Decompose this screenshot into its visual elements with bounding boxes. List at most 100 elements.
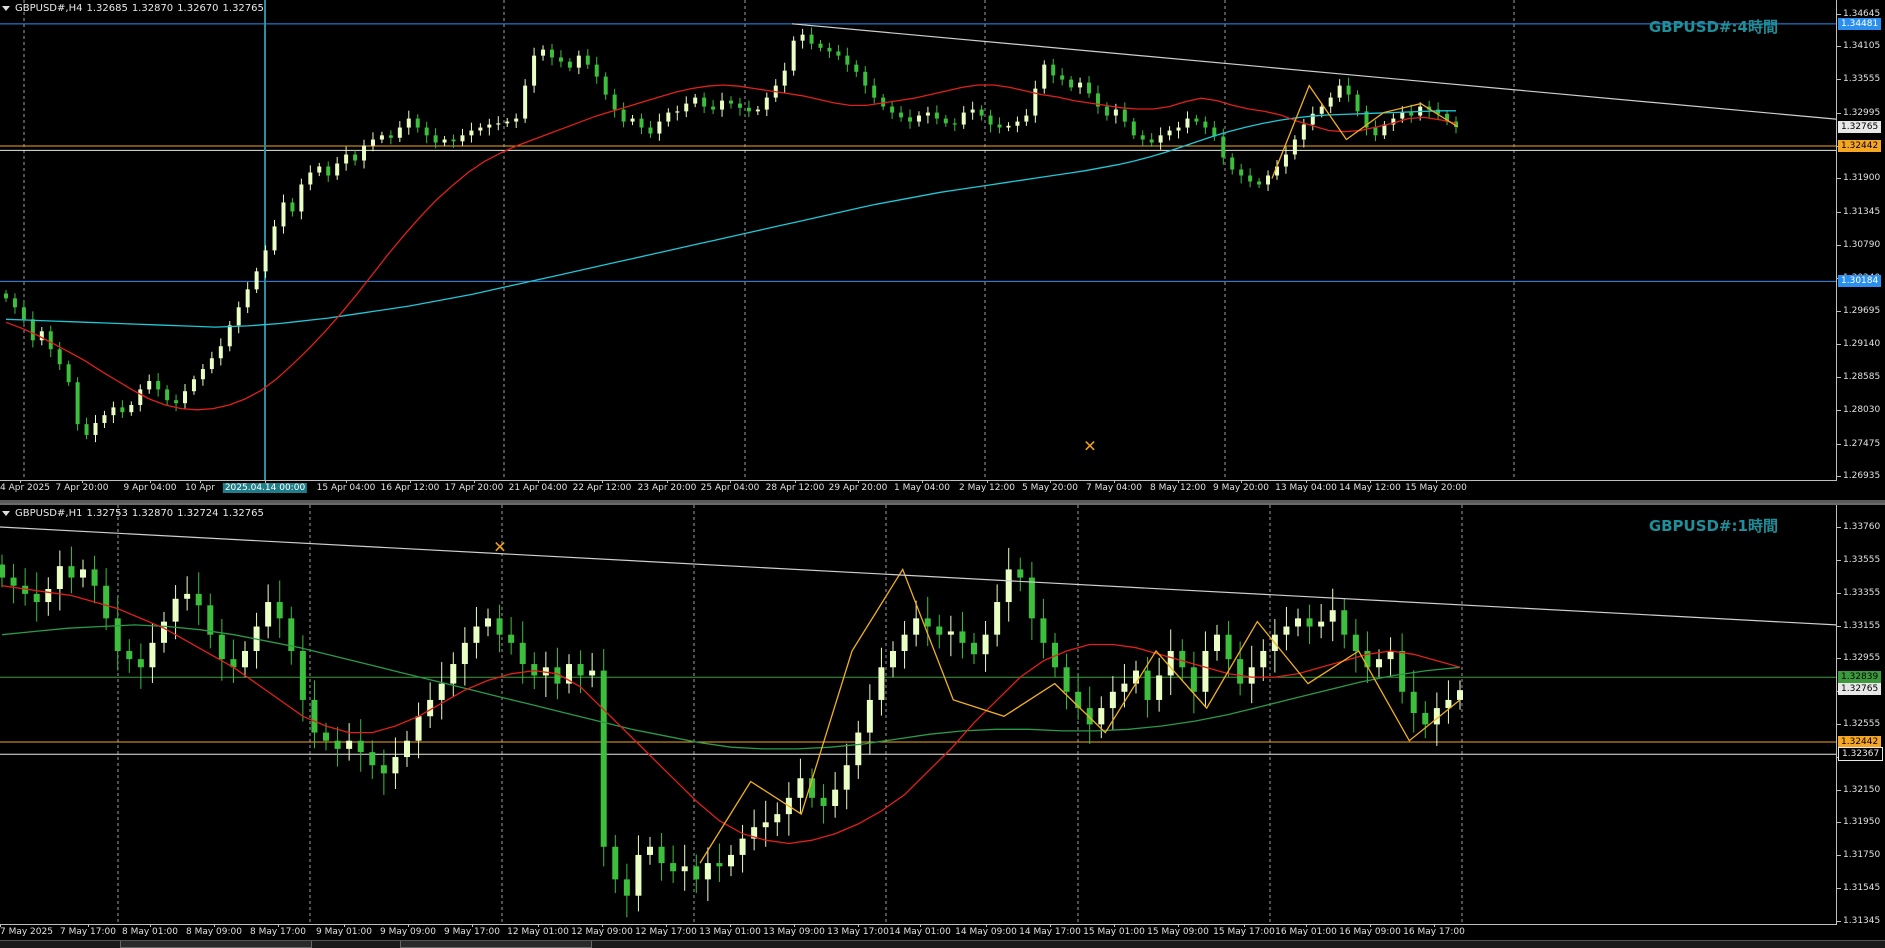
candle-bull	[878, 667, 885, 700]
price-tick-label: 1.31545	[1843, 883, 1881, 894]
price-tick-label: 1.32150	[1843, 784, 1881, 795]
h1-high: 1.32870	[131, 508, 174, 519]
price-tick-mark	[1837, 443, 1841, 445]
candle-bull	[469, 130, 474, 136]
candle-bull	[514, 118, 519, 122]
price-tick-label: 1.31750	[1843, 849, 1881, 860]
h4-high: 1.32870	[131, 3, 174, 14]
time-tick-label: 12 May 17:00	[635, 927, 697, 937]
candle-bear	[84, 424, 89, 435]
h1-order-marker-icon[interactable]: ✕	[493, 538, 506, 557]
candle-bear	[558, 57, 563, 62]
candle-bull	[1202, 650, 1209, 692]
collapse-triangle-icon[interactable]	[2, 5, 10, 11]
h4-chart-header: GBPUSD#,H4 1.32685 1.32870 1.32670 1.32765	[2, 3, 268, 14]
h4-chart-canvas[interactable]	[0, 0, 1836, 480]
time-tick-label: 1 May 04:00	[894, 483, 950, 493]
h1-price-axis[interactable]: 1.33760 1.33555 1.33355 1.33155 1.32955 1.327…	[1837, 505, 1885, 926]
h4-open: 1.32685	[86, 3, 128, 14]
price-tick-label: 1.29695	[1843, 305, 1881, 316]
candle-bull	[161, 621, 167, 643]
candle-bull	[245, 289, 250, 308]
candle-bear	[21, 307, 26, 320]
candle-bull	[1400, 112, 1405, 119]
price-tick-label: 1.29140	[1843, 338, 1881, 349]
time-tick-label: 8 May 12:00	[1150, 483, 1206, 493]
crosshair-time-label: 2025.04.14 00:00	[222, 483, 308, 493]
price-tick-mark	[1837, 822, 1841, 824]
time-tick-label: 5 May 20:00	[1022, 483, 1078, 493]
h1-watermark: GBPUSD#:1時間	[1648, 517, 1778, 535]
price-tick-mark	[1837, 112, 1841, 114]
candle-bear	[1104, 106, 1109, 116]
candle-bear	[1203, 121, 1208, 128]
h4-plot-area[interactable]: GBPUSD#,H4 1.32685 1.32870 1.32670 1.32765 G…	[0, 0, 1837, 481]
candle-bear	[863, 71, 868, 86]
h1-low: 1.32724	[177, 508, 219, 519]
candle-bull	[800, 34, 805, 41]
candle-bull	[791, 40, 796, 71]
candle-bear	[415, 118, 420, 128]
candle-bull	[901, 634, 908, 651]
candle-bull	[720, 100, 725, 110]
candle-bear	[1248, 175, 1253, 182]
time-tick-label: 16 May 01:00	[1275, 927, 1337, 937]
candle-bear	[809, 34, 814, 44]
candle-bull	[684, 103, 689, 112]
candle-bear	[585, 55, 590, 65]
candle-bull	[739, 838, 746, 855]
candle-bull	[473, 626, 480, 643]
candle-bull	[681, 866, 688, 872]
time-tick-label: 10 Apr	[185, 483, 215, 493]
h4-price-axis[interactable]: 1.346451.341051.335551.329951.324501.319…	[1837, 0, 1885, 481]
candle-bull	[1214, 634, 1220, 651]
candle-bear	[936, 626, 943, 635]
collapse-triangle-icon[interactable]	[2, 510, 10, 516]
h4-order-marker-icon[interactable]: ✕	[1083, 437, 1096, 456]
h1-plot-area[interactable]: GBPUSD#,H1 1.32753 1.32870 1.32724 1.32765 G…	[0, 505, 1837, 925]
h1-chart-canvas[interactable]	[0, 505, 1836, 924]
candle-bull	[111, 407, 116, 416]
candle-bull	[442, 139, 447, 143]
price-tick-label: 1.31950	[1843, 817, 1881, 828]
candle-bear	[577, 664, 584, 676]
candle-bear	[845, 55, 850, 65]
candle-bear	[103, 585, 110, 619]
price-tick-label: 1.34105	[1843, 41, 1881, 52]
candle-bull	[1133, 670, 1139, 684]
candle-bear	[1140, 135, 1145, 140]
price-tick-label: 1.28585	[1843, 372, 1881, 383]
candle-bear	[670, 863, 677, 872]
price-tick-mark	[1837, 789, 1841, 791]
candle-bear	[1131, 121, 1136, 136]
candle-bear	[326, 166, 331, 176]
candle-bear	[1087, 82, 1092, 94]
candle-bull	[415, 716, 422, 741]
candle-bull	[1167, 650, 1174, 676]
candle-bull	[916, 115, 921, 122]
candle-bear	[943, 118, 948, 124]
candle-bull	[370, 139, 375, 146]
price-tick-mark	[1837, 921, 1841, 922]
candle-bear	[971, 642, 977, 655]
price-tick-mark	[1837, 377, 1841, 379]
candle-bear	[380, 765, 387, 774]
candle-bull	[532, 55, 537, 86]
candle-bull	[1329, 610, 1336, 622]
h4-time-axis[interactable]: 4 Apr 2025 7 Apr 20:00 9 Apr 04:00 10 Apr 20…	[0, 480, 1836, 498]
time-tick-label: 15 May 09:00	[1147, 927, 1209, 937]
candle-bear	[10, 577, 17, 586]
candle-bear	[1017, 569, 1024, 578]
h4-chart-pane[interactable]: GBPUSD#,H4 1.32685 1.32870 1.32670 1.32765 G…	[0, 0, 1885, 503]
candle-bull	[913, 618, 920, 635]
candle-bull	[1387, 650, 1394, 660]
price-tick-label: 1.26935	[1843, 471, 1881, 481]
candle-bear	[165, 389, 170, 401]
candle-bear	[66, 364, 71, 383]
time-tick-label: 14 May 01:00	[889, 927, 951, 937]
candle-bear	[658, 846, 665, 864]
price-tick-mark	[1837, 476, 1841, 477]
candle-bull	[254, 271, 259, 290]
time-tick-label: 15 May 01:00	[1083, 927, 1145, 937]
h1-chart-pane[interactable]: GBPUSD#,H1 1.32753 1.32870 1.32724 1.32765 G…	[0, 503, 1885, 942]
